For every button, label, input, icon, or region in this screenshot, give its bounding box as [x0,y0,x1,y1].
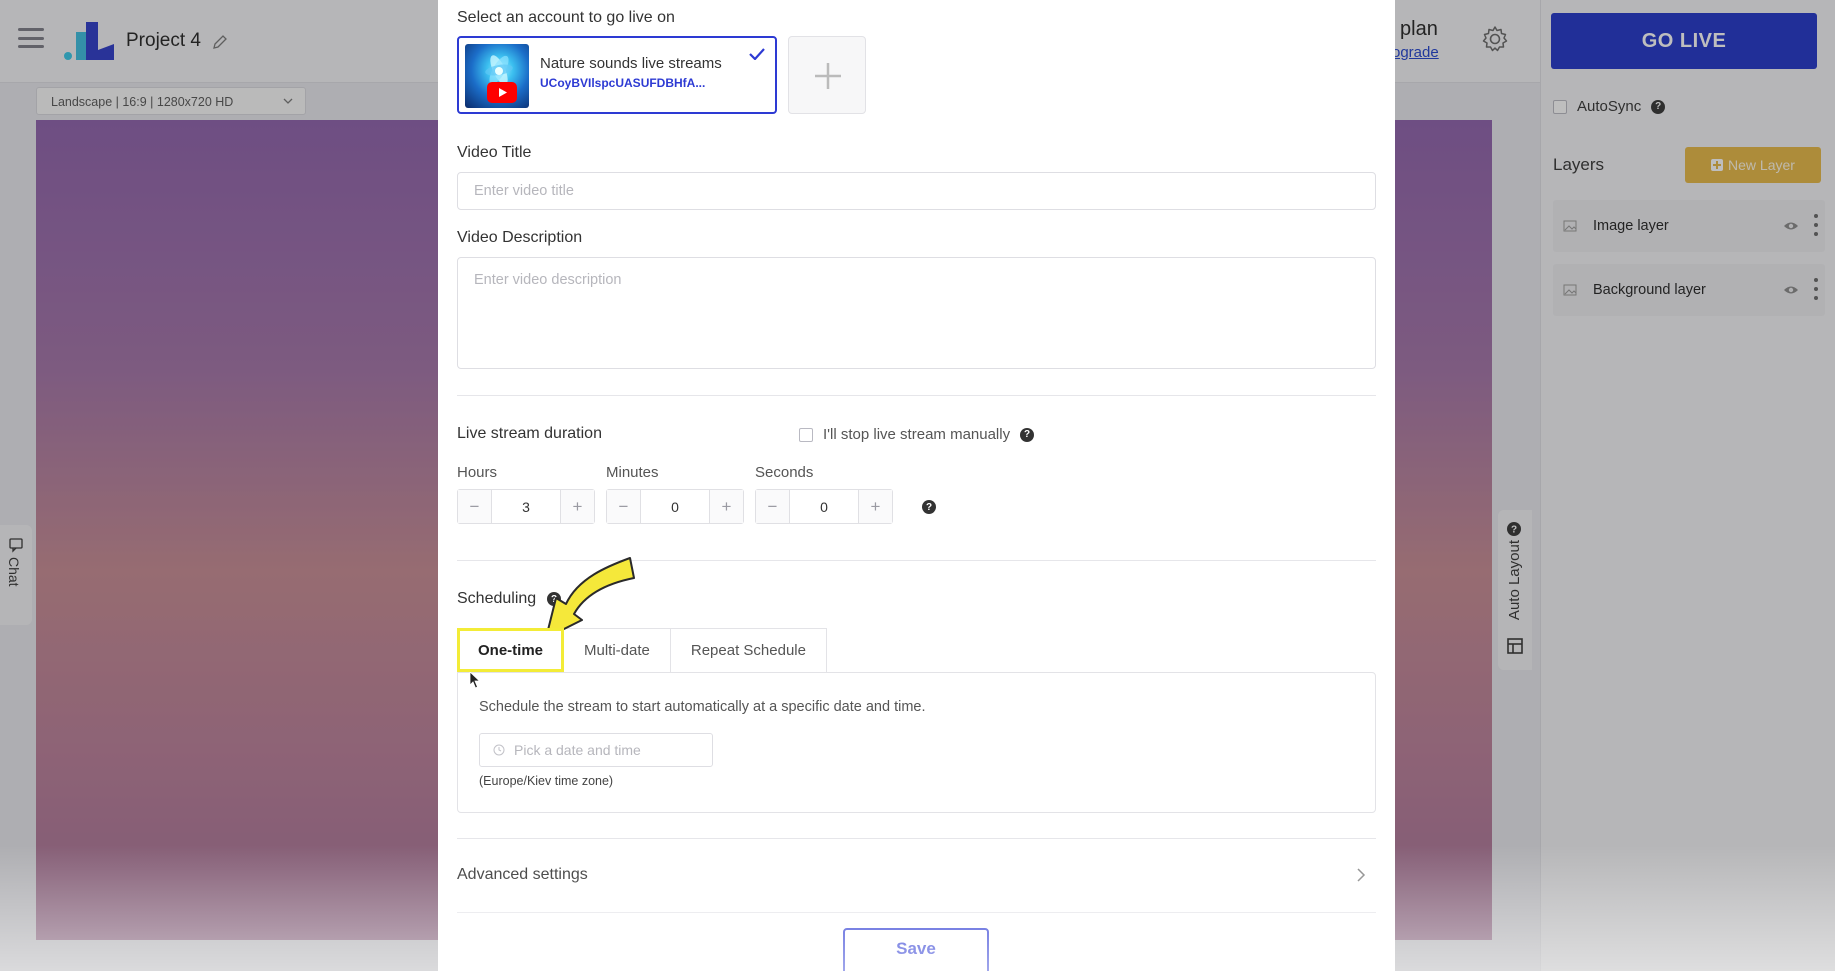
duration-heading: Live stream duration [457,425,602,442]
account-heading: Select an account to go live on [457,9,675,26]
schedule-description: Schedule the stream to start automatical… [479,699,926,715]
help-icon[interactable]: ? [1020,427,1035,442]
tab-one-time[interactable]: One-time [457,628,565,672]
one-time-panel: Schedule the stream to start automatical… [457,672,1376,813]
manual-stop-label: I'll stop live stream manually [823,426,1011,443]
divider [457,395,1376,396]
advanced-settings-label: Advanced settings [457,866,588,883]
scheduling-heading: Scheduling [457,590,537,607]
minutes-stepper[interactable]: − 0 + [606,489,744,524]
manual-stop-option[interactable]: I'll stop live stream manually ? [799,426,1035,443]
increment-button[interactable]: + [709,490,743,523]
increment-button[interactable]: + [560,490,594,523]
manual-stop-checkbox[interactable] [799,427,813,442]
help-icon[interactable]: ? [922,500,936,514]
clock-icon [493,744,505,756]
decrement-button[interactable]: − [607,490,641,523]
divider [457,912,1376,913]
hours-label: Hours [457,464,498,481]
video-description-input[interactable] [457,257,1376,369]
date-time-picker[interactable]: Pick a date and time [479,733,713,767]
decrement-button[interactable]: − [458,490,492,523]
seconds-stepper[interactable]: − 0 + [755,489,893,524]
account-name: Nature sounds live streams [540,55,722,72]
scheduling-tabs: One-time Multi-date Repeat Schedule [457,628,827,672]
video-title-label: Video Title [457,144,532,161]
go-live-modal: Select an account to go live on Nature s… [438,0,1395,971]
plus-icon [815,63,841,89]
minutes-value[interactable]: 0 [641,490,709,523]
increment-button[interactable]: + [858,490,892,523]
mouse-cursor-icon [469,671,481,689]
tab-repeat-schedule[interactable]: Repeat Schedule [670,628,827,672]
decrement-button[interactable]: − [756,490,790,523]
video-title-input[interactable] [457,172,1376,210]
save-button[interactable]: Save [843,928,989,971]
advanced-settings-toggle[interactable]: Advanced settings [457,838,1376,912]
hours-value[interactable]: 3 [492,490,560,523]
seconds-label: Seconds [755,464,814,481]
add-account-button[interactable] [788,36,866,114]
minutes-label: Minutes [606,464,659,481]
account-card-selected[interactable]: Nature sounds live streams UCoyBVIlspcUA… [457,36,777,114]
timezone-note: (Europe/Kiev time zone) [479,774,614,788]
chevron-right-icon [1357,868,1366,882]
date-placeholder: Pick a date and time [514,742,641,758]
account-channel-id: UCoyBVIlspcUASUFDBHfA... [540,76,706,90]
video-description-label: Video Description [457,229,583,246]
seconds-value[interactable]: 0 [790,490,858,523]
checkmark-icon [749,48,765,60]
hours-stepper[interactable]: − 3 + [457,489,595,524]
youtube-icon [487,82,517,103]
